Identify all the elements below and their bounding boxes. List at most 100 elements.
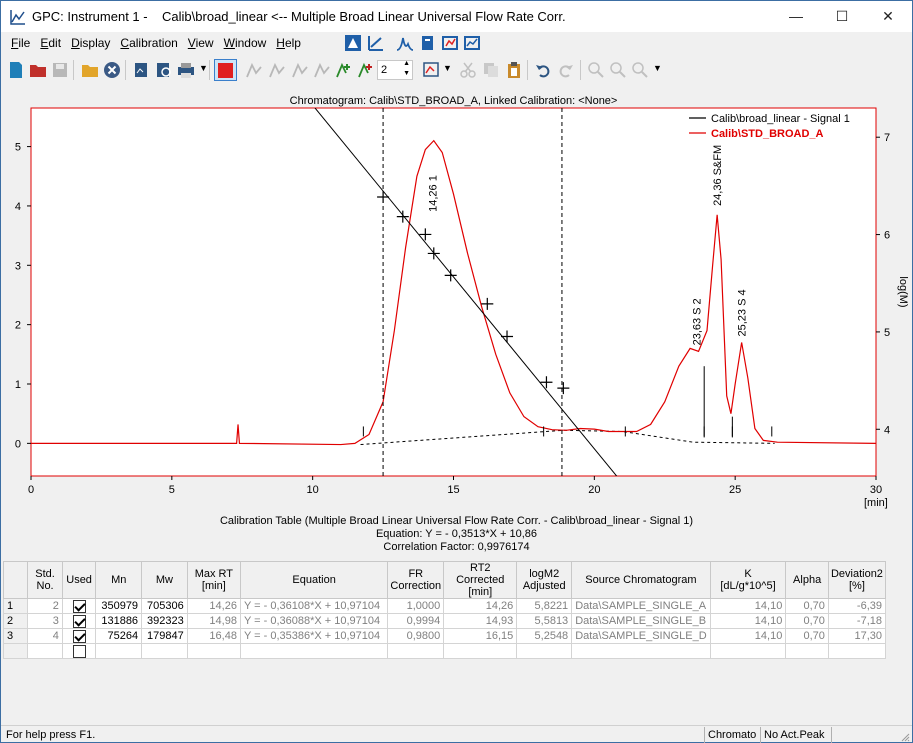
cell-eq[interactable]: Y = - 0,35386*X + 10,97104 xyxy=(240,629,387,644)
minimize-button[interactable]: — xyxy=(773,1,819,31)
zoom-menu-arrow[interactable]: ▼ xyxy=(653,63,662,73)
cell-fr[interactable]: 1,0000 xyxy=(388,599,444,614)
print-preview-icon[interactable] xyxy=(155,61,173,79)
cell-used[interactable] xyxy=(62,644,96,659)
menu-window[interactable]: Window xyxy=(219,36,272,50)
menu-view[interactable]: View xyxy=(183,36,219,50)
cell-std[interactable] xyxy=(28,644,63,659)
cell-alpha[interactable] xyxy=(786,644,829,659)
cell-alpha[interactable]: 0,70 xyxy=(786,629,829,644)
column-header[interactable] xyxy=(4,562,28,599)
cell-k[interactable]: 14,10 xyxy=(710,629,786,644)
zoom-dropdown-arrow[interactable]: ▼ xyxy=(443,63,452,73)
close-file-icon[interactable] xyxy=(103,61,121,79)
cell-src[interactable]: Data\SAMPLE_SINGLE_B xyxy=(572,614,710,629)
column-header[interactable]: Mn xyxy=(96,562,142,599)
cell-rt2[interactable]: 16,15 xyxy=(444,629,517,644)
cell-rt[interactable]: 14,98 xyxy=(187,614,240,629)
cell-n[interactable]: 2 xyxy=(4,614,28,629)
open-folder-icon[interactable] xyxy=(81,61,99,79)
cell-mn[interactable] xyxy=(96,644,142,659)
cell-fr[interactable]: 0,9994 xyxy=(388,614,444,629)
used-checkbox[interactable] xyxy=(73,645,86,658)
cell-dev[interactable]: 17,30 xyxy=(828,629,885,644)
cell-src[interactable]: Data\SAMPLE_SINGLE_A xyxy=(572,599,710,614)
chart-svg[interactable]: Chromatogram: Calib\STD_BROAD_A, Linked … xyxy=(1,89,912,514)
column-header[interactable]: Std.No. xyxy=(28,562,63,599)
cell-k[interactable]: 14,10 xyxy=(710,599,786,614)
cell-mw[interactable]: 392323 xyxy=(142,614,188,629)
cell-logm[interactable]: 5,8221 xyxy=(517,599,572,614)
cell-rt[interactable]: 14,26 xyxy=(187,599,240,614)
save-icon[interactable] xyxy=(51,61,69,79)
table-row[interactable]: 23 13188639232314,98Y = - 0,36088*X + 10,… xyxy=(4,614,886,629)
cell-n[interactable] xyxy=(4,644,28,659)
spin-up-icon[interactable]: ▲ xyxy=(403,60,410,67)
cell-mw[interactable]: 179847 xyxy=(142,629,188,644)
peak-icon[interactable] xyxy=(396,34,414,52)
cell-k[interactable] xyxy=(710,644,786,659)
paste-icon[interactable] xyxy=(505,61,523,79)
cell-mn[interactable]: 75264 xyxy=(96,629,142,644)
cell-logm[interactable]: 5,5813 xyxy=(517,614,572,629)
data-icon[interactable] xyxy=(441,34,459,52)
level-spinbox[interactable]: 2 ▲ ▼ xyxy=(377,60,413,80)
cell-k[interactable]: 14,10 xyxy=(710,614,786,629)
maximize-button[interactable]: ☐ xyxy=(819,1,865,31)
cell-rt2[interactable]: 14,93 xyxy=(444,614,517,629)
menu-edit[interactable]: Edit xyxy=(35,36,66,50)
cell-logm[interactable]: 5,2548 xyxy=(517,629,572,644)
close-button[interactable]: ✕ xyxy=(865,1,911,31)
report-icon[interactable] xyxy=(419,34,437,52)
cell-src[interactable] xyxy=(572,644,710,659)
cell-dev[interactable] xyxy=(828,644,885,659)
cell-rt2[interactable] xyxy=(444,644,517,659)
cell-std[interactable]: 3 xyxy=(28,614,63,629)
cell-used[interactable] xyxy=(62,599,96,614)
stop-button[interactable] xyxy=(214,59,237,81)
calibration-curve-icon[interactable] xyxy=(367,34,385,52)
used-checkbox[interactable] xyxy=(73,600,86,613)
cell-fr[interactable]: 0,9800 xyxy=(388,629,444,644)
new-icon[interactable] xyxy=(7,61,25,79)
add-point-icon[interactable] xyxy=(335,61,353,79)
column-header[interactable]: Used xyxy=(62,562,96,599)
print-layout-icon[interactable] xyxy=(133,61,151,79)
cell-eq[interactable]: Y = - 0,36088*X + 10,97104 xyxy=(240,614,387,629)
cell-std[interactable]: 4 xyxy=(28,629,63,644)
chromatogram-chart[interactable]: Chromatogram: Calib\STD_BROAD_A, Linked … xyxy=(1,89,912,514)
menu-file[interactable]: File xyxy=(6,36,35,50)
calibration-grid[interactable]: Std.No.UsedMnMwMax RT[min]EquationFRCorr… xyxy=(3,561,886,659)
print-icon[interactable] xyxy=(177,61,195,79)
cell-n[interactable]: 3 xyxy=(4,629,28,644)
column-header[interactable]: Alpha xyxy=(786,562,829,599)
cell-dev[interactable]: -7,18 xyxy=(828,614,885,629)
calibration-icon[interactable] xyxy=(344,34,362,52)
cell-alpha[interactable]: 0,70 xyxy=(786,599,829,614)
column-header[interactable]: Equation xyxy=(240,562,387,599)
cell-rt[interactable]: 16,48 xyxy=(187,629,240,644)
cell-mw[interactable]: 705306 xyxy=(142,599,188,614)
cell-src[interactable]: Data\SAMPLE_SINGLE_D xyxy=(572,629,710,644)
open-method-icon[interactable] xyxy=(29,61,47,79)
undo-icon[interactable] xyxy=(534,61,552,79)
cell-rt[interactable] xyxy=(187,644,240,659)
cell-logm[interactable] xyxy=(517,644,572,659)
used-checkbox[interactable] xyxy=(73,630,86,643)
column-header[interactable]: K[dL/g*10^5] xyxy=(710,562,786,599)
column-header[interactable]: Mw xyxy=(142,562,188,599)
resize-grip-icon[interactable] xyxy=(900,732,910,742)
cell-rt2[interactable]: 14,26 xyxy=(444,599,517,614)
menu-display[interactable]: Display xyxy=(66,36,115,50)
chart-icon[interactable] xyxy=(463,34,481,52)
column-header[interactable]: Source Chromatogram xyxy=(572,562,710,599)
cell-fr[interactable] xyxy=(388,644,444,659)
cell-alpha[interactable]: 0,70 xyxy=(786,614,829,629)
cell-std[interactable]: 2 xyxy=(28,599,63,614)
column-header[interactable]: logM2Adjusted xyxy=(517,562,572,599)
cell-mn[interactable]: 131886 xyxy=(96,614,142,629)
menu-help[interactable]: Help xyxy=(271,36,306,50)
cell-used[interactable] xyxy=(62,614,96,629)
table-row[interactable]: 1235097970530614,26Y = - 0,36108*X + 10,… xyxy=(4,599,886,614)
column-header[interactable]: FRCorrection xyxy=(388,562,444,599)
